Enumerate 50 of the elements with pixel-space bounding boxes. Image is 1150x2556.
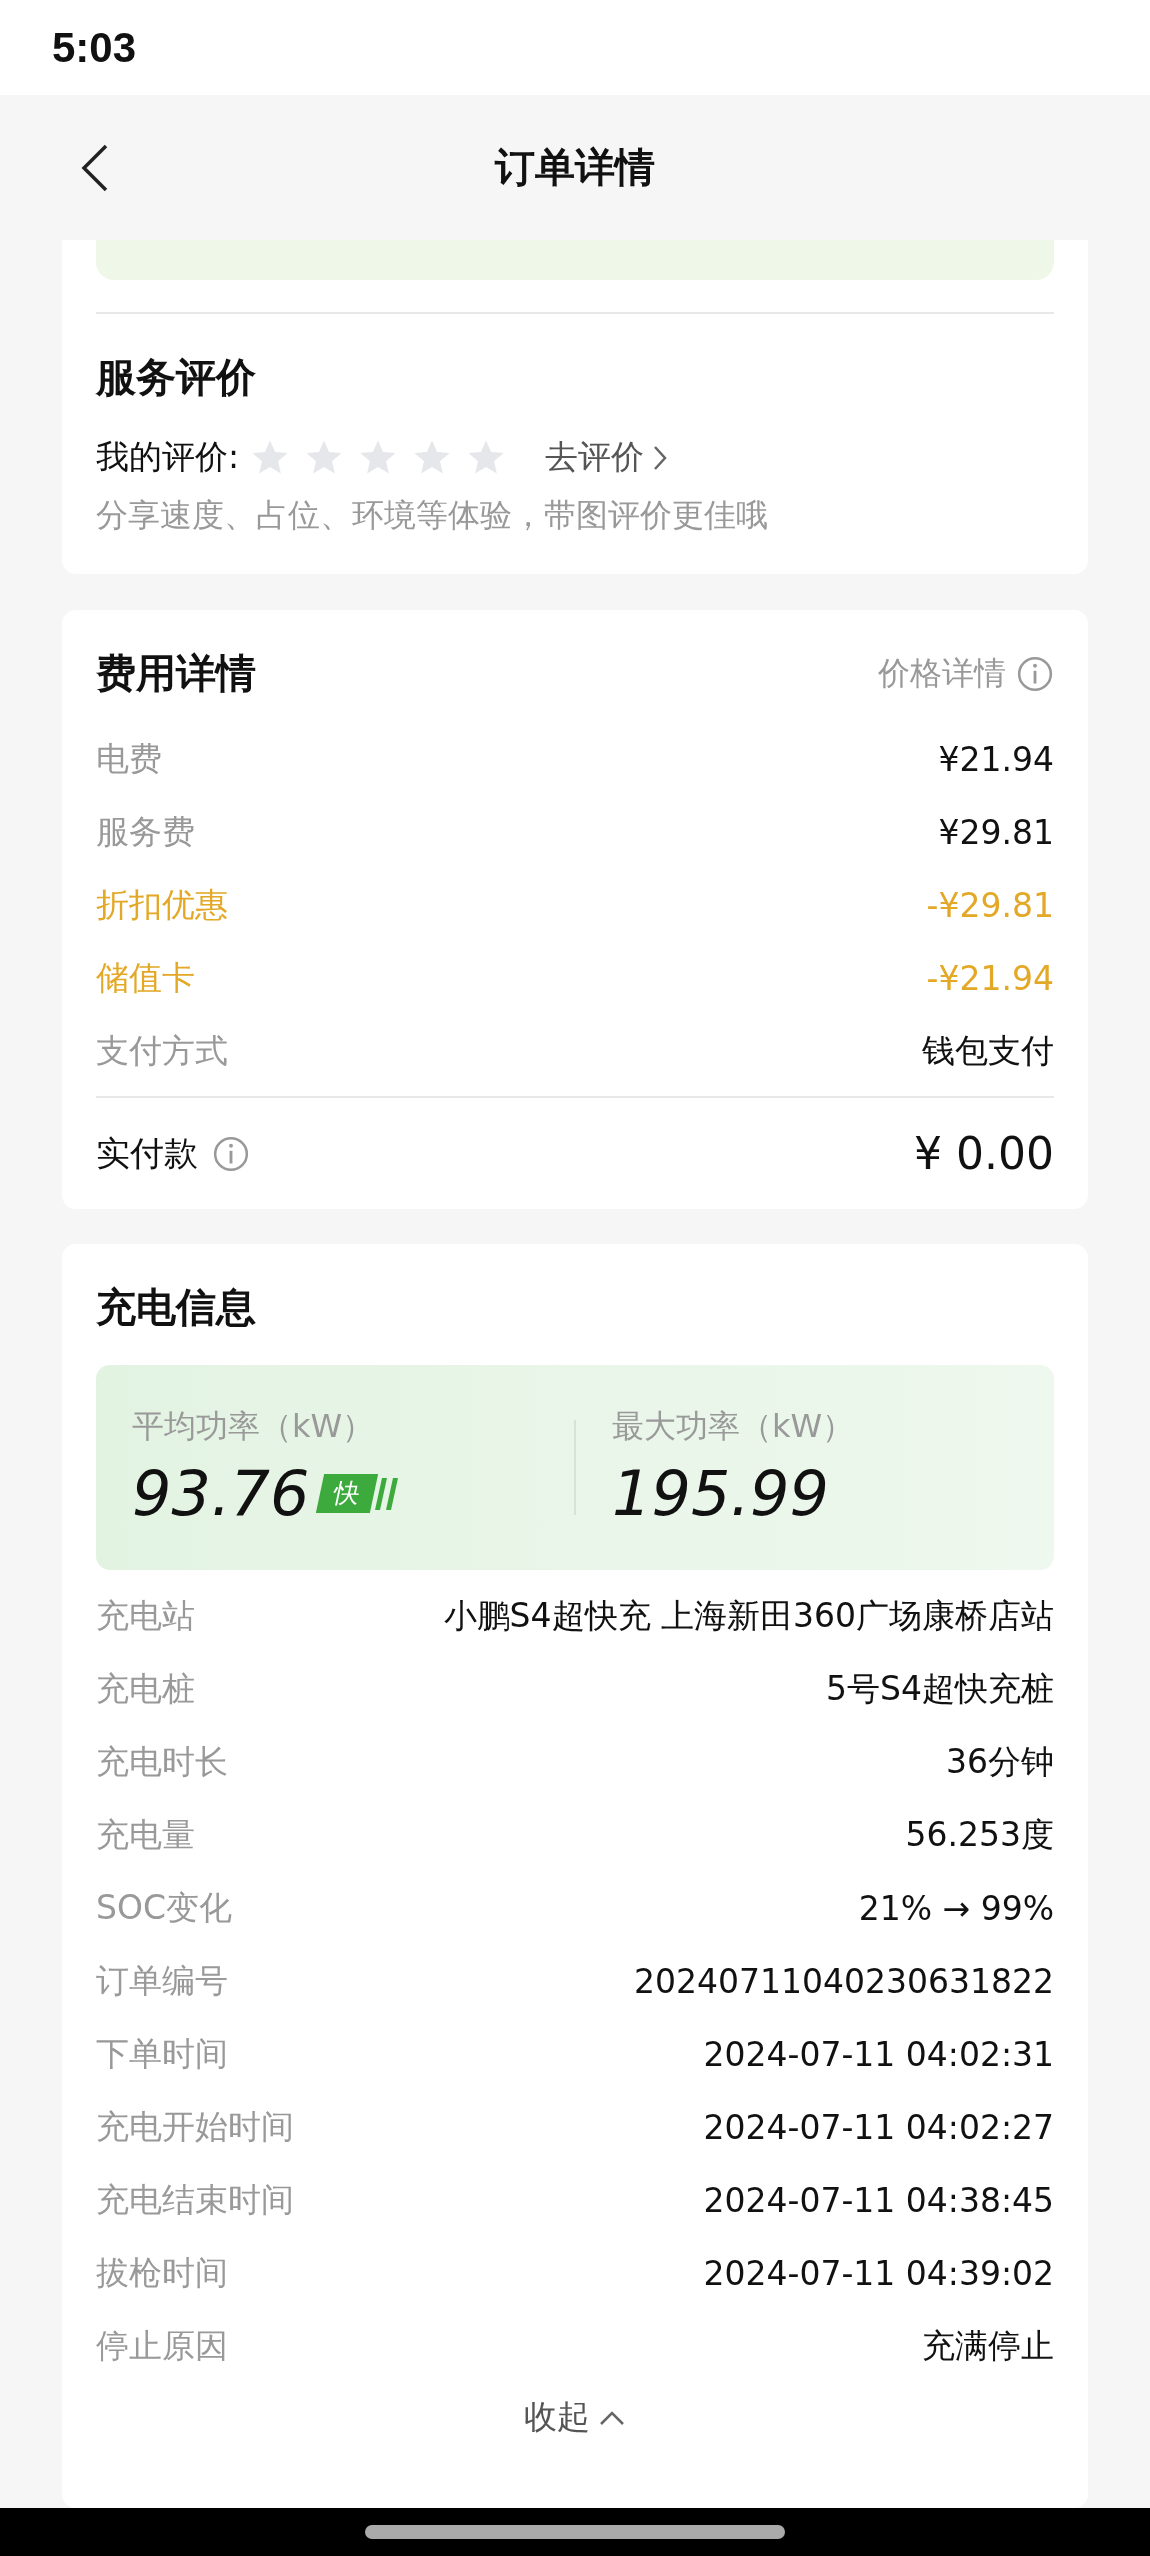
section-title: 费用详情 (96, 649, 256, 698)
rate-link[interactable]: 去评价 (545, 435, 669, 480)
total-amount: ¥ 0.00 (914, 1128, 1054, 1179)
info-value: 充满停止 (922, 2325, 1054, 2367)
info-value: 21% → 99% (858, 1889, 1054, 1928)
stat-value: 195.99 (612, 1457, 829, 1530)
section-title: 服务评价 (96, 353, 257, 402)
status-time: 5:03 (52, 23, 137, 72)
stat-label: 平均功率（kW） (132, 1406, 376, 1447)
rating-label: 我的评价: (96, 436, 240, 478)
info-icon[interactable] (1016, 654, 1054, 693)
fee-label: 电费 (96, 738, 162, 780)
info-label: SOC变化 (96, 1887, 232, 1929)
fee-value: -¥21.94 (926, 959, 1054, 998)
total-label: 实付款 (96, 1131, 198, 1175)
stat-label: 最大功率（kW） (612, 1406, 856, 1447)
info-icon[interactable] (212, 1134, 250, 1173)
info-value: 2024-07-11 04:38:45 (703, 2181, 1054, 2220)
info-value: 小鹏S4超快充 上海新田360广场康桥店站 (443, 1595, 1054, 1637)
info-value: 56.253度 (905, 1814, 1054, 1856)
info-label: 充电时长 (96, 1741, 228, 1783)
section-title: 充电信息 (96, 1283, 257, 1332)
fee-label: 储值卡 (96, 957, 195, 999)
info-label: 充电开始时间 (96, 2106, 294, 2148)
fee-value: ¥21.94 (938, 740, 1054, 779)
info-label: 充电桩 (96, 1668, 195, 1710)
info-label: 订单编号 (96, 1960, 228, 2002)
fee-label: 折扣优惠 (96, 884, 228, 926)
review-hint: 分享速度、占位、环境等体验，带图评价更佳哦 (96, 495, 769, 536)
info-label: 充电量 (96, 1814, 195, 1856)
info-label: 停止原因 (96, 2325, 228, 2367)
info-label: 拔枪时间 (96, 2252, 228, 2294)
fee-value: -¥29.81 (926, 886, 1054, 925)
fee-label: 支付方式 (96, 1030, 228, 1072)
info-label: 充电站 (96, 1595, 195, 1637)
fee-label: 服务费 (96, 811, 195, 853)
page-title: 订单详情 (495, 143, 655, 192)
info-value: 5号S4超快充桩 (826, 1668, 1054, 1710)
info-value: 36分钟 (946, 1741, 1054, 1783)
home-indicator[interactable] (365, 2525, 785, 2539)
info-value: 2024-07-11 04:39:02 (703, 2254, 1054, 2293)
stat-value: 93.76 (132, 1457, 310, 1530)
collapse-button[interactable]: 收起 (524, 2395, 626, 2440)
fee-value: ¥29.81 (938, 813, 1054, 852)
info-label: 充电结束时间 (96, 2179, 294, 2221)
fee-value: 钱包支付 (922, 1030, 1054, 1072)
info-value: 2024-07-11 04:02:31 (703, 2035, 1054, 2074)
info-value: 2024-07-11 04:02:27 (703, 2108, 1054, 2147)
info-value: 20240711040230631822 (634, 1962, 1054, 2001)
info-label: 下单时间 (96, 2033, 228, 2075)
